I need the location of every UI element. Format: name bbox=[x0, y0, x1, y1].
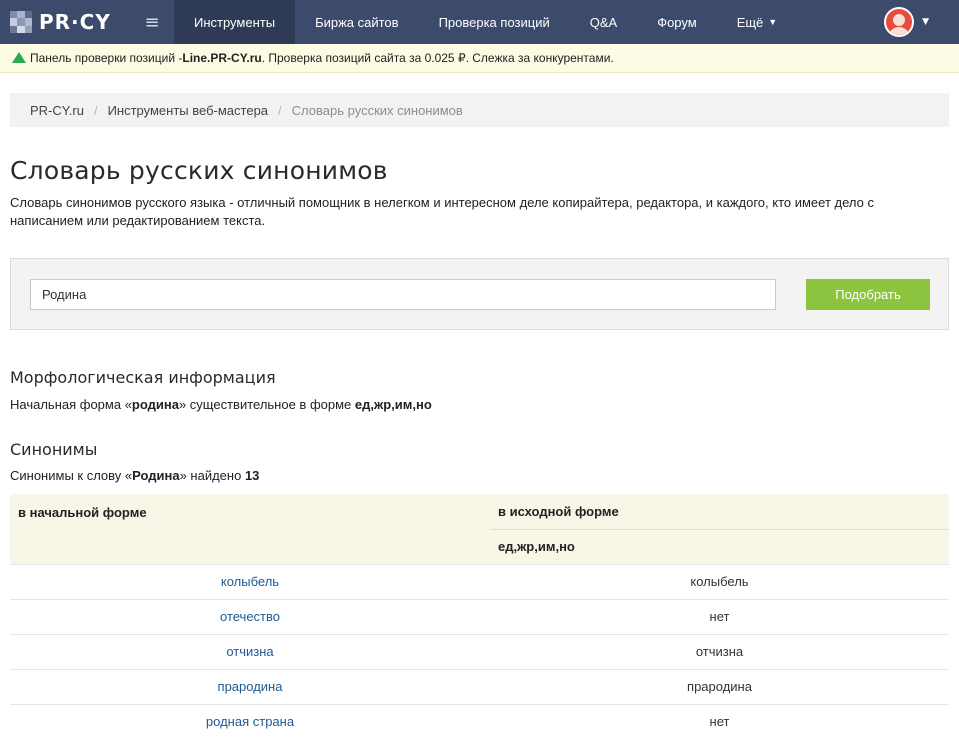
page-description: Словарь синонимов русского языка - отлич… bbox=[10, 195, 874, 228]
search-input[interactable] bbox=[30, 279, 776, 310]
nav-item-label: Инструменты bbox=[194, 14, 276, 30]
logo-text: PR·CY bbox=[39, 10, 111, 34]
synonym-cell: отечество bbox=[10, 598, 490, 634]
nav-item-label: Ещё bbox=[736, 14, 764, 30]
synonym-cell: родная страна bbox=[10, 703, 490, 739]
synonym-cell: колыбель bbox=[10, 563, 490, 599]
top-navbar: PR·CY ≡ Инструменты Биржа сайтов Проверк… bbox=[0, 0, 959, 44]
nav-item-tools[interactable]: Инструменты bbox=[174, 0, 296, 44]
form-cell: нет bbox=[490, 703, 949, 739]
table-row: колыбель колыбель bbox=[10, 563, 949, 599]
form-cell: прародина bbox=[490, 668, 949, 704]
line-logo-icon bbox=[12, 51, 26, 63]
table-row: родная страна нет bbox=[10, 703, 949, 739]
synonym-link[interactable]: родная страна bbox=[206, 714, 294, 729]
nav-item-label: Проверка позиций bbox=[438, 14, 550, 30]
table-row: отчизна отчизна bbox=[10, 633, 949, 669]
morph-heading: Морфологическая информация bbox=[10, 368, 276, 387]
caret-down-icon: ▼ bbox=[922, 17, 929, 27]
nav-item-label: Биржа сайтов bbox=[315, 14, 399, 30]
breadcrumb-separator: / bbox=[278, 102, 282, 118]
synonyms-prefix: Синонимы к слову « bbox=[10, 468, 133, 483]
logo[interactable]: PR·CY bbox=[0, 0, 130, 44]
morph-info: Начальная форма «родина» существительное… bbox=[10, 397, 432, 412]
caret-down-icon: ▼ bbox=[768, 17, 778, 27]
synonym-link[interactable]: отчизна bbox=[226, 644, 273, 659]
synonym-link[interactable]: прародина bbox=[218, 679, 283, 694]
logo-mark-icon bbox=[10, 11, 32, 33]
table-row: отечество нет bbox=[10, 598, 949, 634]
synonym-link[interactable]: отечество bbox=[220, 609, 280, 624]
synonym-cell: прародина bbox=[10, 668, 490, 704]
morph-word: родина bbox=[131, 397, 179, 412]
promo-prefix: Панель проверки позиций - bbox=[30, 51, 183, 65]
promo-suffix: . Проверка позиций сайта за 0.025 ₽. Сле… bbox=[261, 51, 614, 65]
column-header-source-form: ед,жр,им,но bbox=[490, 528, 949, 564]
synonym-cell: отчизна bbox=[10, 633, 490, 669]
nav-item-label: Форум bbox=[657, 14, 697, 30]
search-panel: Подобрать bbox=[10, 258, 949, 330]
promo-banner[interactable]: Панель проверки позиций - Line.PR-CY.ru.… bbox=[0, 44, 959, 73]
nav-item-forum[interactable]: Форум bbox=[637, 0, 717, 44]
breadcrumb-tools-link[interactable]: Инструменты веб-мастера bbox=[108, 103, 268, 118]
synonyms-info: Синонимы к слову «Родина» найдено 13 bbox=[10, 468, 259, 483]
synonyms-heading: Синонимы bbox=[10, 440, 98, 459]
synonyms-table: в начальной форме в исходной форме ед,жр… bbox=[10, 494, 949, 739]
nav-item-position-check[interactable]: Проверка позиций bbox=[419, 0, 570, 44]
synonym-link[interactable]: колыбель bbox=[221, 574, 279, 589]
morph-middle: » существительное в форме bbox=[178, 397, 355, 412]
breadcrumb: PR-CY.ru / Инструменты веб-мастера / Сло… bbox=[10, 93, 949, 127]
search-button[interactable]: Подобрать bbox=[806, 279, 930, 310]
user-avatar-icon bbox=[884, 7, 915, 37]
morph-prefix: Начальная форма « bbox=[10, 397, 132, 412]
column-header-source: в исходной форме bbox=[490, 494, 949, 529]
nav-item-qa[interactable]: Q&A bbox=[570, 0, 637, 44]
synonyms-count: 13 bbox=[244, 468, 260, 483]
promo-site-link[interactable]: Line.PR-CY.ru bbox=[182, 51, 261, 65]
breadcrumb-separator: / bbox=[93, 102, 98, 118]
nav-item-more[interactable]: Ещё ▼ bbox=[717, 0, 798, 44]
synonyms-word: Родина bbox=[132, 468, 180, 483]
synonyms-middle: » найдено bbox=[179, 468, 245, 483]
table-row: прародина прародина bbox=[10, 668, 949, 704]
form-cell: отчизна bbox=[490, 633, 949, 669]
nav-item-label: Q&A bbox=[589, 14, 618, 30]
user-menu[interactable]: ▼ bbox=[884, 0, 959, 44]
page-title: Словарь русских синонимов bbox=[10, 156, 388, 185]
nav-item-sites-exchange[interactable]: Биржа сайтов bbox=[295, 0, 419, 44]
form-cell: нет bbox=[490, 598, 949, 634]
morph-form: ед,жр,им,но bbox=[354, 397, 432, 412]
form-cell: колыбель bbox=[490, 563, 949, 599]
breadcrumb-current: Словарь русских синонимов bbox=[291, 102, 463, 118]
breadcrumb-home-link[interactable]: PR-CY.ru bbox=[30, 103, 84, 118]
hamburger-menu-icon[interactable]: ≡ bbox=[130, 0, 174, 44]
column-header-initial: в начальной форме bbox=[10, 494, 490, 564]
